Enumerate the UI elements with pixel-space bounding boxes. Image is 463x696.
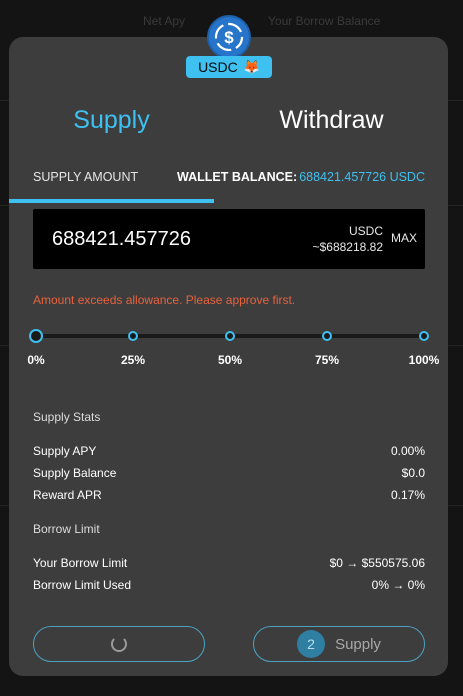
supply-button-label: Supply: [335, 635, 381, 653]
amount-unit: USDC: [348, 224, 383, 238]
slider-stop-75[interactable]: [322, 331, 332, 341]
stat-label: Supply Balance: [33, 466, 117, 480]
borrow-row: Borrow Limit Used 0% → 0%: [33, 578, 425, 594]
usdc-dollar-icon: $: [207, 15, 251, 59]
slider-stop-25[interactable]: [128, 331, 138, 341]
stat-row: Supply APY 0.00%: [33, 444, 425, 460]
slider-tick-label: 100%: [408, 353, 440, 367]
tab-withdraw[interactable]: Withdraw: [229, 95, 434, 145]
stat-row: Reward APR 0.17%: [33, 488, 425, 504]
amount-unit-block: USDC ~$688218.82: [313, 223, 383, 255]
borrow-value: 0% → 0%: [371, 578, 425, 592]
slider-stop-50[interactable]: [225, 331, 235, 341]
slider-tick-label: 25%: [120, 353, 146, 367]
slider-handle[interactable]: [29, 329, 43, 343]
modal-tabs: Supply Withdraw: [9, 95, 448, 203]
supply-button[interactable]: 2 Supply: [253, 626, 425, 662]
slider-tick-label: 75%: [314, 353, 340, 367]
metamask-fox-icon: 🦊: [243, 59, 260, 74]
stat-value: 0.17%: [390, 488, 425, 502]
amount-usd-value: ~$688218.82: [312, 240, 383, 254]
step-number-badge: 2: [297, 630, 326, 658]
background-nav-item: Net Apy: [143, 14, 186, 28]
token-symbol: USDC: [198, 59, 238, 75]
supply-stats-title: Supply Stats: [33, 410, 101, 424]
slider-stop-100[interactable]: [419, 331, 429, 341]
slider-tick-label: 50%: [217, 353, 243, 367]
approve-button[interactable]: [33, 626, 205, 662]
borrow-label: Your Borrow Limit: [33, 556, 128, 570]
active-tab-indicator: [9, 199, 214, 203]
allowance-warning: Amount exceeds allowance. Please approve…: [33, 293, 296, 307]
stat-label: Reward APR: [33, 488, 102, 502]
amount-header: SUPPLY AMOUNT WALLET BALANCE: 688421.457…: [33, 170, 425, 186]
amount-slider[interactable]: 0% 25% 50% 75% 100%: [27, 327, 439, 367]
slider-tick-label: 0%: [27, 353, 45, 367]
borrow-label: Borrow Limit Used: [33, 578, 132, 592]
borrow-row: Your Borrow Limit $0 → $550575.06: [33, 556, 425, 572]
amount-input-box: USDC ~$688218.82 MAX: [33, 209, 425, 269]
svg-text:$: $: [224, 28, 234, 47]
amount-input[interactable]: [52, 226, 262, 252]
max-button[interactable]: MAX: [391, 231, 417, 245]
stat-row: Supply Balance $0.0: [33, 466, 425, 482]
stat-value: 0.00%: [390, 444, 425, 458]
wallet-balance-value: 688421.457726 USDC: [299, 170, 425, 184]
tab-supply[interactable]: Supply: [9, 95, 214, 145]
spinner-icon: [111, 636, 127, 652]
borrow-value: $0 → $550575.06: [329, 556, 425, 570]
token-badge: USDC 🦊: [186, 56, 272, 78]
stat-label: Supply APY: [33, 444, 97, 458]
supply-amount-label: SUPPLY AMOUNT: [33, 170, 139, 184]
borrow-limit-title: Borrow Limit: [33, 522, 100, 536]
background-nav-item: Your Borrow Balance: [268, 14, 381, 28]
stat-value: $0.0: [401, 466, 425, 480]
supply-modal: Supply Withdraw SUPPLY AMOUNT WALLET BAL…: [9, 37, 448, 676]
wallet-balance-label: WALLET BALANCE:: [177, 170, 298, 184]
